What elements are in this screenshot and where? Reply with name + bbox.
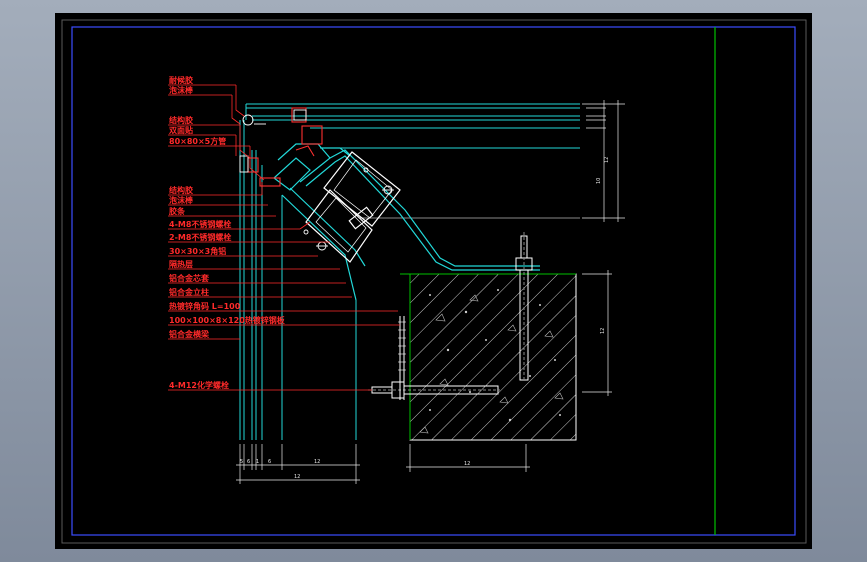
label-core-sleeve: 铝合金芯套	[169, 273, 210, 283]
label-double-tape: 双面贴	[169, 125, 193, 135]
dim-right-mid: 10	[596, 178, 602, 184]
label-structural-sealant-2: 结构胶	[169, 185, 193, 195]
label-foam-rod-2: 泡沫棒	[169, 195, 194, 205]
label-insulation: 隔热层	[169, 259, 193, 269]
dim-bottom-c: 1	[256, 459, 259, 465]
label-angle-aluminum: 30×30×3角铝	[169, 246, 226, 256]
label-structural-sealant-1: 结构胶	[169, 115, 193, 125]
dim-bottom-d: 6	[268, 459, 271, 465]
top-glass-panels	[245, 103, 580, 219]
dim-bottom-b: 6	[247, 459, 250, 465]
right-dimension-chain	[582, 100, 625, 396]
steel-square-tubes	[305, 151, 401, 263]
label-chemical-anchor: 4-M12化学螺栓	[169, 380, 229, 390]
label-transom: 铝合金横梁	[169, 329, 210, 339]
detail-drawing: 12 10 12 5 6 1 6 12 12 12 耐候胶 泡沫棒 结构胶 双面…	[61, 19, 807, 544]
label-bolts-2m8: 2-M8不锈钢螺栓	[169, 232, 231, 242]
dim-right-bottom: 12	[600, 328, 606, 334]
dim-right-top: 12	[604, 157, 610, 163]
dim-bottom-anchor: 12	[464, 461, 470, 467]
label-square-tube: 80×80×5方管	[169, 136, 226, 146]
dim-bottom-a: 5	[240, 459, 243, 465]
label-steel-plate: 100×100×8×120热镀锌钢板	[169, 315, 286, 325]
dim-bottom-profile: 12	[314, 459, 320, 465]
embedded-plate	[398, 316, 406, 400]
label-foam-rod-1: 泡沫棒	[169, 85, 194, 95]
left-glass-panels	[239, 120, 357, 440]
concrete-column	[400, 273, 577, 441]
dim-bottom-total: 12	[294, 474, 300, 480]
label-gasket: 胶条	[169, 206, 186, 216]
cad-viewport: 12 10 12 5 6 1 6 12 12 12 耐候胶 泡沫棒 结构胶 双面…	[0, 0, 867, 562]
label-mullion: 铝合金立柱	[169, 287, 209, 297]
label-weather-sealant: 耐候胶	[169, 75, 193, 85]
bottom-dimension-chain	[236, 444, 530, 484]
label-bolts-4m8: 4-M8不锈钢螺栓	[169, 219, 231, 229]
label-angle-bracket: 热镀锌角码 L=100	[169, 301, 241, 311]
